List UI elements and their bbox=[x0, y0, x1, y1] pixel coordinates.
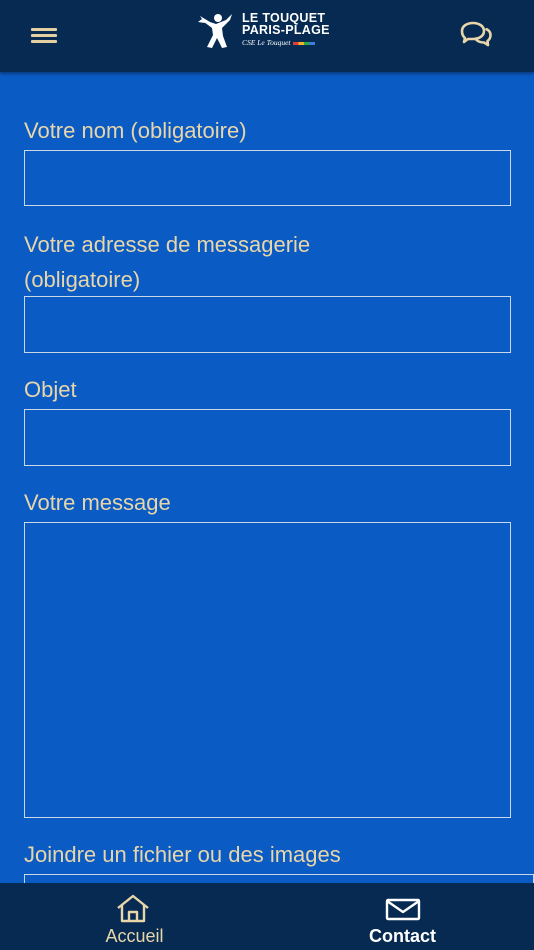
subject-input[interactable] bbox=[24, 409, 511, 466]
email-input[interactable] bbox=[24, 296, 511, 353]
email-label-line-2: (obligatoire) bbox=[24, 267, 141, 292]
home-icon bbox=[117, 894, 149, 923]
hamburger-menu-icon-line bbox=[31, 34, 57, 37]
subject-label: Objet bbox=[24, 377, 77, 402]
message-textarea[interactable] bbox=[24, 522, 511, 818]
envelope-icon bbox=[385, 898, 421, 921]
chat-bubbles-icon bbox=[460, 21, 492, 47]
contact-screen: LE TOUQUET PARIS-PLAGE CSE Le Touquet Vo… bbox=[0, 0, 534, 950]
logo-subtitle: CSE Le Touquet bbox=[242, 38, 316, 47]
logo-figure-icon bbox=[198, 14, 232, 48]
nav-label-contact: Contact bbox=[369, 926, 436, 946]
name-label: Votre nom (obligatoire) bbox=[24, 118, 247, 143]
name-input[interactable] bbox=[24, 150, 511, 206]
message-label: Votre message bbox=[24, 490, 171, 515]
logo-subtitle-text: CSE Le Touquet bbox=[242, 38, 291, 47]
le-touquet-logo[interactable]: LE TOUQUET PARIS-PLAGE CSE Le Touquet bbox=[196, 10, 356, 54]
chat-button[interactable] bbox=[456, 18, 496, 50]
nav-item-accueil[interactable]: Accueil bbox=[0, 883, 267, 950]
attach-label: Joindre un fichier ou des images bbox=[24, 842, 341, 867]
bottom-navigation: Accueil Contact bbox=[0, 883, 534, 950]
top-app-bar: LE TOUQUET PARIS-PLAGE CSE Le Touquet bbox=[0, 0, 534, 72]
menu-button[interactable] bbox=[27, 22, 61, 48]
hamburger-menu-icon bbox=[31, 28, 57, 31]
logo-color-stripe bbox=[293, 41, 316, 45]
nav-item-contact[interactable]: Contact bbox=[267, 883, 534, 950]
nav-label-accueil: Accueil bbox=[105, 926, 164, 946]
logo-line-2: PARIS-PLAGE bbox=[242, 23, 330, 37]
hamburger-menu-icon-line bbox=[31, 40, 57, 43]
email-label-line-1: Votre adresse de messagerie bbox=[24, 232, 311, 257]
